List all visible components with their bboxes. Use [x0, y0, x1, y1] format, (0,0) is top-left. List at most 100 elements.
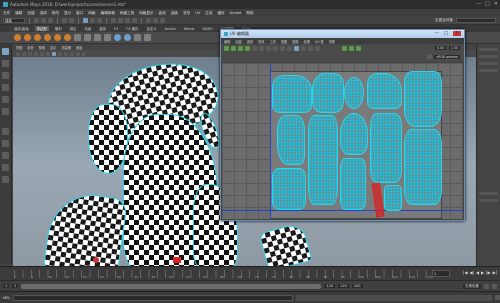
layer-editor-row[interactable]	[479, 199, 498, 202]
lasso-tool-icon[interactable]	[2, 60, 9, 67]
outliner-layout-icon[interactable]	[2, 164, 9, 171]
colorspace-dropdown[interactable]: sRGB gamma	[434, 54, 460, 59]
uv-shell[interactable]	[370, 113, 402, 183]
view-transform-icon[interactable]	[427, 54, 433, 59]
shelf-tab[interactable]: Arnold	[163, 27, 178, 31]
select-by-object-icon[interactable]	[90, 18, 95, 23]
menu-item[interactable]: 变形	[183, 11, 190, 16]
scale-tool-icon[interactable]	[2, 108, 9, 115]
uv-grid-icon[interactable]	[294, 46, 299, 51]
time-slider[interactable]: 1 5 10 15 20 25 30 35 40 45 50 55 60 65 70 75 80 85 90 95 10…	[0, 266, 500, 280]
uv-menu-item[interactable]: 纹理	[304, 39, 310, 44]
poly-sphere-icon[interactable]	[14, 34, 21, 41]
viewport-menu-item[interactable]: 照明	[39, 45, 45, 50]
film-gate-icon[interactable]	[46, 51, 50, 56]
select-tool-icon[interactable]	[2, 48, 9, 55]
menu-item[interactable]: 创建	[27, 11, 34, 16]
uv-align-icon[interactable]	[349, 46, 354, 51]
animation-start-field[interactable]: 1	[3, 284, 10, 288]
separate-icon[interactable]	[84, 34, 91, 41]
uv-shell[interactable]	[277, 115, 305, 165]
uv-shell[interactable]	[340, 113, 368, 155]
shelf-tab[interactable]: 动画	[82, 26, 93, 31]
redo-icon[interactable]	[69, 18, 74, 23]
shelf-tab[interactable]: 绑定	[68, 26, 79, 31]
poly-torus-icon[interactable]	[54, 34, 61, 41]
auto-map-icon[interactable]	[144, 34, 151, 41]
uv-layout-icon[interactable]	[287, 46, 292, 51]
select-by-component-icon[interactable]	[97, 18, 102, 23]
menu-item[interactable]: Arnold	[230, 11, 242, 15]
viewport-menu-item[interactable]: 面板	[76, 45, 82, 50]
snap-point-icon[interactable]	[125, 18, 130, 23]
uv-unfold-icon[interactable]	[280, 46, 285, 51]
undo-icon[interactable]	[62, 18, 67, 23]
multi-cut-icon[interactable]	[124, 34, 131, 41]
mel-language-toggle[interactable]: MEL	[3, 296, 10, 300]
menu-item[interactable]: 文件	[3, 11, 10, 16]
viewport-menu-item[interactable]: 显示	[50, 45, 56, 50]
snap-curve-icon[interactable]	[118, 18, 123, 23]
uv-texture-space[interactable]	[222, 63, 463, 219]
uv-gamma-field[interactable]: 1.00	[448, 46, 460, 50]
uv-menu-item[interactable]: 编辑	[224, 39, 230, 44]
model-foot-mesh[interactable]	[258, 221, 313, 266]
uv-flip-icon[interactable]	[252, 46, 257, 51]
shelf-tab[interactable]: FX	[112, 27, 120, 31]
bookmark-icon[interactable]	[28, 51, 32, 56]
uv-straighten-icon[interactable]	[356, 46, 361, 51]
shelf-tab[interactable]: 雕刻	[53, 26, 64, 31]
rotate-tool-icon[interactable]	[2, 96, 9, 103]
uv-shell[interactable]	[367, 73, 402, 109]
smooth-shade-icon[interactable]	[58, 51, 62, 56]
close-button[interactable]: ✕	[494, 1, 498, 7]
uv-menu-item[interactable]: 图像	[292, 39, 298, 44]
xray-icon[interactable]	[82, 51, 86, 56]
uv-scale-icon[interactable]	[245, 46, 250, 51]
lights-icon[interactable]	[70, 51, 74, 56]
model-arm-mesh[interactable]	[42, 189, 129, 266]
uv-menu-item[interactable]: 选择	[247, 39, 253, 44]
four-view-icon[interactable]	[2, 140, 9, 147]
uv-shell[interactable]	[340, 158, 366, 210]
quick-select-field[interactable]	[456, 18, 496, 23]
playback-button[interactable]: |▶	[486, 270, 490, 275]
uv-cut-icon[interactable]	[266, 46, 271, 51]
poly-plane-icon[interactable]	[64, 34, 71, 41]
planar-map-icon[interactable]	[134, 34, 141, 41]
viewport-menu-item[interactable]: 渲染器	[62, 45, 72, 50]
uv-shell[interactable]	[344, 77, 364, 109]
shelf-tab[interactable]: FX 缓存	[124, 26, 140, 31]
menu-item[interactable]: 网格工具	[120, 11, 134, 16]
menu-item[interactable]: 曲面	[171, 11, 178, 16]
uv-shell[interactable]	[308, 115, 338, 205]
menu-item[interactable]: 窗口	[76, 11, 83, 16]
save-scene-icon[interactable]	[48, 18, 53, 23]
viewport-menu-item[interactable]: 着色	[27, 45, 33, 50]
uv-minimize-button[interactable]: —	[434, 31, 439, 36]
menu-item[interactable]: 编辑	[15, 11, 22, 16]
image-plane-icon[interactable]	[34, 51, 38, 56]
shelf-tab[interactable]: 曲线/曲面	[12, 26, 31, 31]
uv-shell[interactable]	[312, 73, 344, 113]
extrude-icon[interactable]	[94, 34, 101, 41]
animation-end-field[interactable]: 120	[338, 284, 349, 288]
uv-menu-item[interactable]: 修改	[258, 39, 264, 44]
camera-icon[interactable]	[16, 51, 20, 56]
uv-select-icon[interactable]	[224, 46, 229, 51]
anim-prefs-icon[interactable]	[492, 283, 497, 289]
render-icon[interactable]	[146, 18, 151, 23]
uv-shell[interactable]	[404, 71, 442, 127]
poly-cube-icon[interactable]	[24, 34, 31, 41]
menu-item[interactable]: 网格	[88, 11, 95, 16]
uv-shell[interactable]	[404, 129, 442, 205]
uv-sew-icon[interactable]	[273, 46, 278, 51]
grid-icon[interactable]	[40, 51, 44, 56]
uv-rotate-icon[interactable]	[238, 46, 243, 51]
shelf-tab[interactable]: 自定义	[144, 26, 158, 31]
menu-item[interactable]: 缓存	[217, 11, 224, 16]
menu-item[interactable]: 选择	[40, 11, 47, 16]
menu-item[interactable]: 网格显示	[139, 11, 153, 16]
range-slider[interactable]	[21, 283, 322, 289]
single-view-icon[interactable]	[2, 128, 9, 135]
